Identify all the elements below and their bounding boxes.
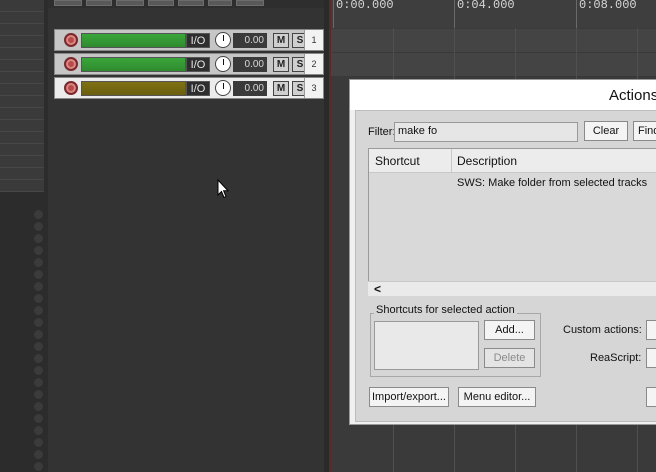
- toolbar-button[interactable]: [86, 0, 112, 6]
- mute-button[interactable]: M: [273, 80, 289, 96]
- filter-input[interactable]: make fo: [394, 122, 578, 142]
- record-arm-icon[interactable]: [64, 57, 78, 71]
- track-row-2[interactable]: I/O 0.00 M S 2: [54, 53, 324, 75]
- panel-divider[interactable]: [324, 0, 331, 472]
- tcp-toolbar: [48, 0, 324, 8]
- track-number: 3: [304, 78, 323, 98]
- column-header-description[interactable]: Description: [457, 154, 517, 168]
- track-number: 2: [304, 54, 323, 74]
- io-button[interactable]: I/O: [186, 56, 210, 72]
- track-name-field[interactable]: [81, 32, 186, 48]
- volume-readout[interactable]: 0.00: [233, 56, 267, 72]
- action-row-description[interactable]: SWS: Make folder from selected tracks: [457, 177, 647, 189]
- dialog-titlebar[interactable]: Actions: [350, 80, 656, 110]
- volume-knob-icon[interactable]: [215, 56, 231, 72]
- ruler-label: 0:04.000: [457, 0, 515, 12]
- ruler-tick: [576, 0, 577, 28]
- ruler-label: 0:00.000: [336, 0, 394, 12]
- track-lane[interactable]: [331, 53, 656, 77]
- volume-knob-icon[interactable]: [215, 32, 231, 48]
- find-button[interactable]: Find: [633, 121, 656, 141]
- custom-actions-label: Custom actions:: [563, 324, 642, 336]
- scroll-left-icon[interactable]: <: [374, 282, 381, 296]
- delete-button: Delete: [484, 348, 535, 368]
- actions-list[interactable]: Shortcut Description SWS: Make folder fr…: [368, 148, 656, 296]
- track-control-panel: I/O 0.00 M S 1 I/O 0.00 M S 2 I/O 0.00 M…: [48, 0, 324, 472]
- import-export-button[interactable]: Import/export...: [369, 387, 449, 407]
- reascript-button[interactable]: [646, 348, 656, 368]
- ruler-label: 0:08.000: [579, 0, 637, 12]
- io-button[interactable]: I/O: [186, 80, 210, 96]
- record-arm-icon[interactable]: [64, 81, 78, 95]
- shortcuts-group-label: Shortcuts for selected action: [374, 304, 517, 316]
- mixer-dots: [34, 210, 44, 472]
- track-name-field[interactable]: [81, 80, 186, 96]
- ruler-tick: [454, 0, 455, 28]
- toolbar-button[interactable]: [54, 0, 82, 6]
- reascript-label: ReaScript:: [590, 352, 642, 364]
- timeline-ruler[interactable]: 0:00.000 0:04.000 0:08.000: [331, 0, 656, 28]
- track-number: 1: [304, 30, 323, 50]
- custom-actions-button[interactable]: [646, 320, 656, 340]
- list-header: Shortcut Description: [369, 149, 656, 173]
- clear-button[interactable]: Clear: [584, 121, 628, 141]
- column-header-shortcut[interactable]: Shortcut: [375, 154, 420, 168]
- mixer-rows: [0, 0, 44, 202]
- toolbar-button[interactable]: [236, 0, 264, 6]
- volume-readout[interactable]: 0.00: [233, 32, 267, 48]
- toolbar-button[interactable]: [116, 0, 144, 6]
- shortcuts-list[interactable]: [374, 321, 479, 370]
- dialog-title: Actions: [609, 87, 656, 104]
- io-button[interactable]: I/O: [186, 32, 210, 48]
- record-arm-icon[interactable]: [64, 33, 78, 47]
- toolbar-button[interactable]: [148, 0, 174, 6]
- dialog-button[interactable]: [646, 387, 656, 407]
- track-lane[interactable]: [331, 29, 656, 53]
- volume-knob-icon[interactable]: [215, 80, 231, 96]
- toolbar-button[interactable]: [178, 0, 204, 6]
- mute-button[interactable]: M: [273, 56, 289, 72]
- menu-editor-button[interactable]: Menu editor...: [458, 387, 536, 407]
- track-row-3[interactable]: I/O 0.00 M S 3: [54, 77, 324, 99]
- toolbar-button[interactable]: [208, 0, 232, 6]
- mixer-strip: [0, 0, 48, 472]
- volume-readout[interactable]: 0.00: [233, 80, 267, 96]
- filter-label: Filter:: [368, 126, 396, 138]
- add-button[interactable]: Add...: [484, 320, 535, 340]
- horizontal-scrollbar[interactable]: <: [368, 281, 656, 296]
- track-row-1[interactable]: I/O 0.00 M S 1: [54, 29, 324, 51]
- ruler-tick: [333, 0, 334, 28]
- mute-button[interactable]: M: [273, 32, 289, 48]
- mouse-cursor-icon: [217, 179, 229, 199]
- track-name-field[interactable]: [81, 56, 186, 72]
